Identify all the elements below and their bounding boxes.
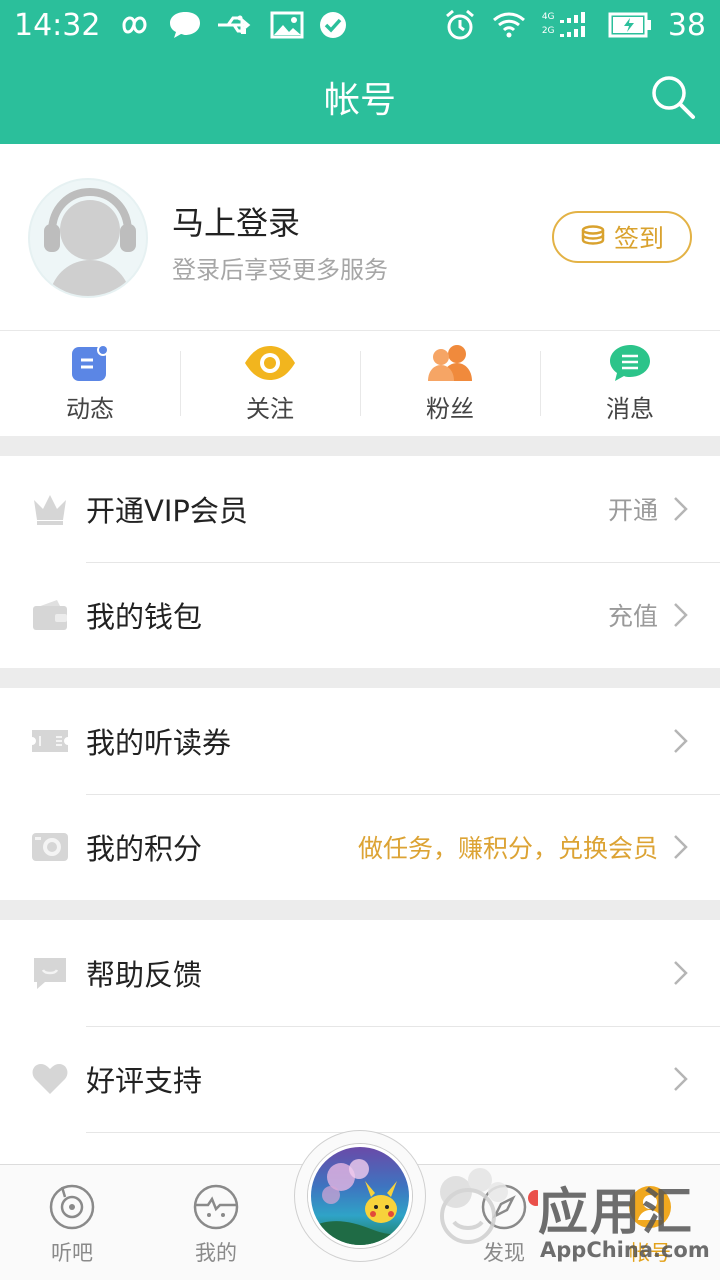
menu-row-action: 充值 — [607, 602, 658, 631]
menu-row-vip[interactable]: 开通VIP会员 开通 — [0, 456, 720, 562]
appchina-watermark: 应用汇 AppChina.com — [428, 1158, 720, 1276]
alarm-icon — [444, 9, 476, 41]
feed-icon — [72, 344, 109, 381]
quick-action-fans[interactable]: 粉丝 — [360, 331, 540, 436]
menu-row-label: 开通VIP会员 — [86, 494, 248, 528]
menu-row-coupons[interactable]: 我的听读券 — [0, 688, 720, 794]
ticket-icon — [30, 721, 70, 761]
menu-row-label: 我的积分 — [86, 832, 203, 866]
menu-section-help: 帮助反馈 好评支持 — [0, 920, 720, 1164]
chevron-right-icon — [674, 729, 688, 753]
chevron-right-icon — [674, 603, 688, 627]
nav-tab-label: 我的 — [195, 1241, 237, 1265]
menu-row-points[interactable]: 我的积分 做任务，赚积分，兑换会员 — [0, 794, 720, 900]
menu-section-vip: 开通VIP会员 开通 我的钱包 充值 — [0, 456, 720, 668]
chevron-right-icon — [674, 835, 688, 859]
watermark-logo-icon — [440, 1168, 538, 1244]
wallet-icon — [30, 595, 70, 635]
status-bar: 14:32 4G 2G 38 — [0, 0, 720, 50]
nav-tab-label: 听吧 — [51, 1241, 93, 1265]
search-icon[interactable] — [650, 74, 696, 120]
menu-section-coupons: 我的听读券 我的积分 做任务，赚积分，兑换会员 — [0, 688, 720, 900]
message-icon — [610, 345, 650, 381]
usb-icon — [216, 13, 256, 37]
wifi-icon — [492, 11, 526, 39]
menu-row-label: 我的听读券 — [86, 726, 232, 760]
signin-button[interactable]: 签到 — [552, 211, 692, 263]
menu-row-label: 好评支持 — [86, 1064, 203, 1098]
chevron-right-icon — [674, 497, 688, 521]
menu-row-rate[interactable]: 好评支持 — [0, 1026, 720, 1132]
nav-tab-listen[interactable]: 听吧 — [22, 1183, 122, 1267]
menu-row-label: 我的钱包 — [86, 600, 203, 634]
headphone-person-icon — [44, 187, 136, 296]
nav-tab-mine[interactable]: 我的 — [166, 1183, 266, 1267]
quick-action-feed[interactable]: 动态 — [0, 331, 180, 436]
chevron-right-icon — [674, 1067, 688, 1091]
album-cover — [308, 1144, 412, 1248]
menu-row-wallet[interactable]: 我的钱包 充值 — [0, 562, 720, 668]
battery-level: 38 — [667, 7, 706, 43]
face-icon — [193, 1184, 239, 1230]
signin-label: 签到 — [613, 224, 664, 253]
watermark-subtext: AppChina.com — [540, 1238, 710, 1262]
pikachu-artwork-icon — [311, 1159, 409, 1245]
cellular-signal-icon: 4G 2G — [542, 10, 592, 40]
status-time: 14:32 — [14, 7, 101, 43]
quick-action-label: 粉丝 — [426, 395, 474, 423]
crown-icon — [30, 489, 70, 529]
chat-bubble-icon — [168, 10, 202, 40]
battery-icon — [608, 12, 652, 38]
quick-action-label: 动态 — [66, 395, 114, 423]
feedback-icon — [30, 953, 70, 993]
heart-icon — [30, 1059, 70, 1099]
signal-top-label: 4G — [541, 12, 555, 22]
menu-row-action: 做任务，赚积分，兑换会员 — [357, 834, 658, 863]
chevron-right-icon — [674, 961, 688, 985]
signal-bottom-label: 2G — [541, 26, 555, 36]
now-playing-disc[interactable] — [294, 1130, 426, 1262]
quick-action-label: 关注 — [246, 395, 294, 423]
coins-icon — [581, 225, 605, 245]
quick-action-label: 消息 — [606, 395, 654, 423]
avatar[interactable] — [28, 178, 148, 298]
login-prompt[interactable]: 马上登录 — [172, 198, 300, 244]
menu-row-action: 开通 — [607, 496, 658, 525]
menu-row-label: 帮助反馈 — [86, 958, 203, 992]
fans-icon — [428, 345, 472, 381]
quick-action-messages[interactable]: 消息 — [540, 331, 720, 436]
infinity-icon — [114, 14, 154, 36]
record-icon — [49, 1184, 95, 1230]
page-title: 帐号 — [323, 80, 396, 121]
points-icon — [30, 827, 70, 867]
check-circle-icon — [318, 10, 348, 40]
quick-actions: 动态 关注 粉丝 消息 — [0, 330, 720, 436]
profile-card[interactable]: 马上登录 登录后享受更多服务 签到 — [0, 144, 720, 330]
watermark-text: 应用汇 — [538, 1183, 694, 1241]
image-icon — [270, 11, 304, 39]
quick-action-follow[interactable]: 关注 — [180, 331, 360, 436]
top-app-bar: 帐号 — [0, 50, 720, 144]
eye-icon — [245, 346, 295, 380]
login-subtitle: 登录后享受更多服务 — [172, 256, 388, 284]
menu-row-feedback[interactable]: 帮助反馈 — [0, 920, 720, 1026]
divider — [86, 1132, 720, 1133]
